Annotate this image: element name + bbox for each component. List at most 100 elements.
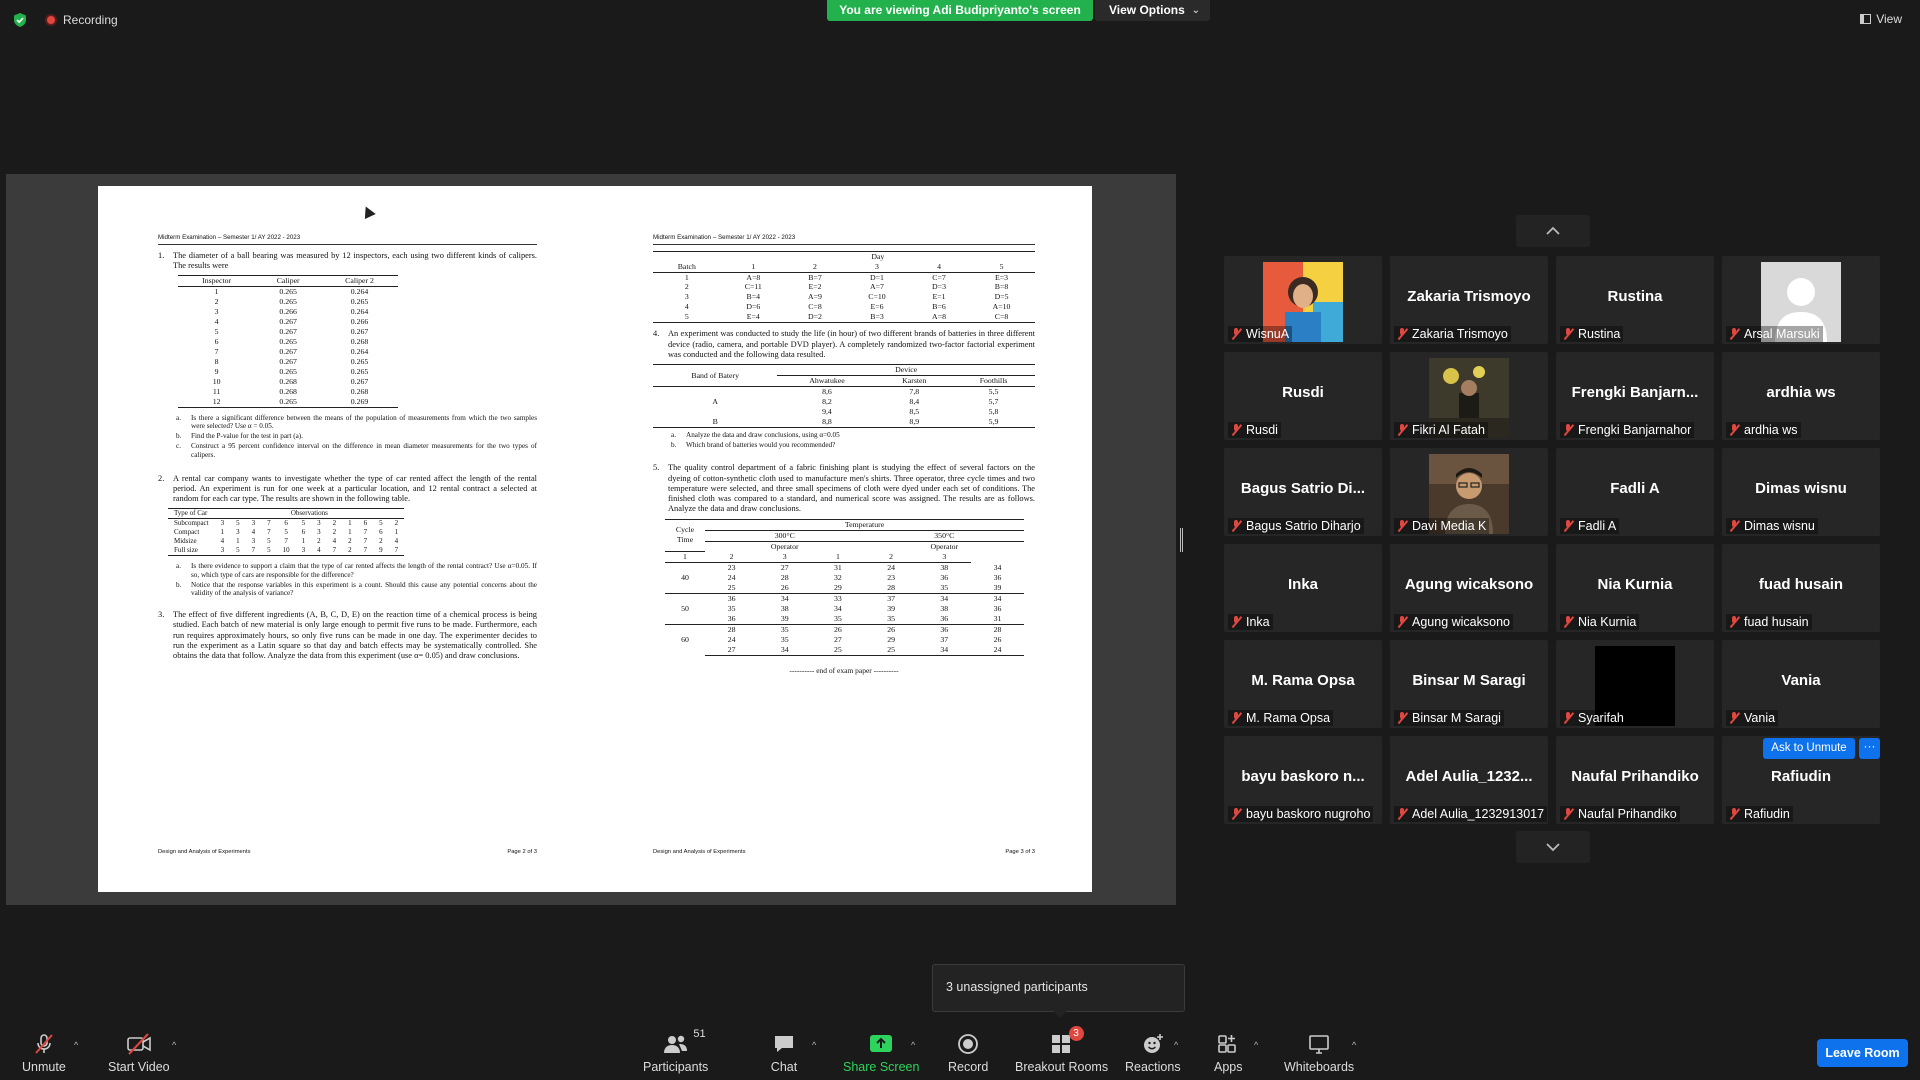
table-cell: 1 [394, 528, 399, 537]
participant-name-label: Binsar M Saragi [1394, 710, 1504, 726]
ask-to-unmute-button[interactable]: Ask to Unmute [1763, 738, 1855, 759]
table-cell: 5 [653, 312, 721, 324]
participant-tile[interactable]: Fadli A Fadli A [1556, 448, 1714, 536]
whiteboards-options-caret[interactable]: ^ [1352, 1040, 1356, 1050]
share-options-caret[interactable]: ^ [911, 1040, 915, 1050]
chat-options-caret[interactable]: ^ [812, 1040, 816, 1050]
table-header: 5 [968, 261, 1035, 273]
table-cell: 0.265 [350, 356, 369, 366]
table-cell: 5 [267, 537, 271, 546]
view-button[interactable]: View [1860, 12, 1902, 26]
participant-tile[interactable]: Adel Aulia_1232... Adel Aulia_1232913017 [1390, 736, 1548, 824]
participant-tile[interactable]: Agung wicaksono Agung wicaksono [1390, 544, 1548, 632]
gallery-next-button[interactable] [1516, 831, 1590, 863]
participant-tile[interactable]: Rusdi Rusdi [1224, 352, 1382, 440]
participant-tile[interactable]: Nia Kurnia Nia Kurnia [1556, 544, 1714, 632]
participant-name: Adel Aulia_1232913017 [1412, 807, 1545, 821]
security-shield-icon[interactable] [12, 12, 28, 28]
participant-tile[interactable]: Rustina Rustina [1556, 256, 1714, 344]
apps-options-caret[interactable]: ^ [1254, 1040, 1258, 1050]
exam-page-2: Midterm Examination – Semester 1/ AY 202… [98, 186, 592, 892]
shared-screen[interactable]: Midterm Examination – Semester 1/ AY 202… [6, 174, 1176, 905]
operator-number: 2 [864, 551, 918, 564]
participant-display-name: Fadli A [1610, 480, 1660, 497]
recording-indicator[interactable]: Recording [45, 13, 118, 27]
apps-button[interactable]: Apps [1214, 1032, 1243, 1074]
breakout-rooms-icon: 3 [1048, 1026, 1084, 1056]
leave-room-button[interactable]: Leave Room [1817, 1039, 1908, 1067]
reactions-options-caret[interactable]: ^ [1174, 1040, 1178, 1050]
table-cell: 2 [317, 537, 321, 546]
breakout-rooms-button[interactable]: 3 Breakout Rooms [1015, 1026, 1108, 1074]
table-cell [653, 407, 777, 417]
table-row: 5 E=4 D=2 B=3 A=8 C=8 [653, 312, 1035, 324]
reactions-button[interactable]: Reactions [1125, 1032, 1181, 1074]
exam-document: Midterm Examination – Semester 1/ AY 202… [98, 186, 1092, 892]
participant-name-label: Naufal Prihandiko [1560, 806, 1680, 822]
participant-tile[interactable]: Inka Inka [1224, 544, 1382, 632]
participant-display-name: Naufal Prihandiko [1571, 768, 1699, 785]
sub-question: a. Is there evidence to support a claim t… [176, 562, 537, 579]
table-cell: 0.266 [350, 316, 369, 326]
table-header: 3 [844, 261, 910, 273]
chat-button[interactable]: Chat [770, 1032, 798, 1074]
table-header: Foothills [952, 375, 1035, 388]
table-cell: 24 [970, 644, 1025, 656]
table-cell: D=5 [994, 292, 1009, 302]
view-options-button[interactable]: View Options ⌄ [1095, 0, 1210, 21]
table-cell: 5 [236, 519, 240, 528]
participant-name: Binsar M Saragi [1412, 711, 1501, 725]
cycle-time-cell: 60 [665, 623, 705, 656]
table-cell: 0.265 [350, 297, 369, 306]
panel-splitter-handle[interactable] [1180, 528, 1183, 552]
participant-name: Rafiudin [1744, 807, 1790, 821]
table-cell: 1 [348, 519, 352, 528]
more-options-button[interactable]: ··· [1859, 738, 1880, 759]
participant-tile[interactable]: Syarifah [1556, 640, 1714, 728]
start-video-button[interactable]: Start Video [108, 1032, 170, 1074]
participants-button[interactable]: 51 Participants [643, 1028, 708, 1074]
participant-tile[interactable]: bayu baskoro n... bayu baskoro nugroho [1224, 736, 1382, 824]
whiteboards-button[interactable]: Whiteboards [1284, 1032, 1354, 1074]
participant-tile[interactable]: Zakaria Trismoyo Zakaria Trismoyo [1390, 256, 1548, 344]
participant-tile[interactable]: WisnuA [1224, 256, 1382, 344]
table-cell: 0.266 [279, 306, 297, 316]
table-row: 11 0.268 0.268 [178, 387, 398, 397]
operator-header: Operator [864, 540, 1025, 552]
gallery-prev-button[interactable] [1516, 215, 1590, 247]
table-cell: 1 [301, 537, 306, 546]
smiley-icon [1139, 1032, 1167, 1056]
participant-name: Rusdi [1246, 423, 1278, 437]
participant-tile[interactable]: Vania Vania [1722, 640, 1880, 728]
table-row: 60 28 35 26 26 36 28 [665, 623, 1025, 656]
participant-tile[interactable]: ardhia ws ardhia ws [1722, 352, 1880, 440]
participant-tile[interactable]: Bagus Satrio Di... Bagus Satrio Diharjo [1224, 448, 1382, 536]
participant-tile[interactable]: Fikri Al Fatah [1390, 352, 1548, 440]
table-cell: 9 [373, 546, 389, 557]
participant-tile[interactable]: Frengki Banjarn... Frengki Banjarnahor [1556, 352, 1714, 440]
participant-tile[interactable]: Davi Media K [1390, 448, 1548, 536]
participant-tile[interactable]: Arsal Marsuki [1722, 256, 1880, 344]
table-cell: 0.265 [279, 297, 297, 306]
unmute-button[interactable]: Unmute [22, 1032, 66, 1074]
table-cell: 24 [887, 563, 895, 573]
audio-options-caret[interactable]: ^ [74, 1040, 78, 1050]
participant-tile[interactable]: Dimas wisnu Dimas wisnu [1722, 448, 1880, 536]
participant-tile[interactable]: Naufal Prihandiko Naufal Prihandiko [1556, 736, 1714, 824]
participant-name-label: Fadli A [1560, 518, 1620, 534]
participant-tile[interactable]: Binsar M Saragi Binsar M Saragi [1390, 640, 1548, 728]
table-cell: 4 [684, 302, 689, 312]
video-options-caret[interactable]: ^ [172, 1040, 176, 1050]
mic-muted-icon [1397, 328, 1408, 340]
table-cell: 5 [261, 546, 277, 557]
table-cell: 35 [834, 613, 842, 623]
table-cell: Subcompact [174, 519, 209, 528]
participant-tile[interactable]: fuad husain fuad husain [1722, 544, 1880, 632]
row-header: Band of Batery [653, 364, 778, 388]
table-cell: 3 [684, 292, 689, 302]
table-cell: 0.267 [350, 376, 369, 386]
share-screen-button[interactable]: Share Screen [843, 1032, 919, 1074]
temp-350-header: 350°C [934, 530, 955, 540]
record-button[interactable]: Record [948, 1032, 988, 1074]
participant-tile[interactable]: M. Rama Opsa M. Rama Opsa [1224, 640, 1382, 728]
